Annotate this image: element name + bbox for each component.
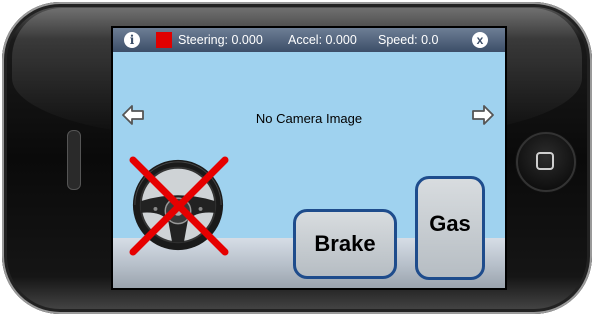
camera-status-message: No Camera Image [255, 111, 363, 126]
brake-button[interactable]: Brake [293, 209, 397, 279]
steering-disabled-cross-icon [129, 156, 229, 256]
close-icon[interactable]: x [472, 32, 488, 48]
stop-indicator-icon[interactable] [156, 32, 172, 48]
home-button[interactable] [516, 132, 576, 192]
info-icon[interactable]: i [124, 32, 140, 48]
home-square-icon [536, 152, 554, 170]
gas-button[interactable]: Gas [415, 176, 485, 280]
status-bar: i Steering: 0.000 Accel: 0.000 Speed: 0.… [113, 28, 505, 52]
accel-readout: Accel: 0.000 [288, 33, 357, 47]
earpiece-speaker [67, 130, 81, 190]
steering-readout: Steering: 0.000 [178, 33, 263, 47]
speed-readout: Speed: 0.0 [378, 33, 439, 47]
app-screen: i Steering: 0.000 Accel: 0.000 Speed: 0.… [113, 28, 505, 288]
